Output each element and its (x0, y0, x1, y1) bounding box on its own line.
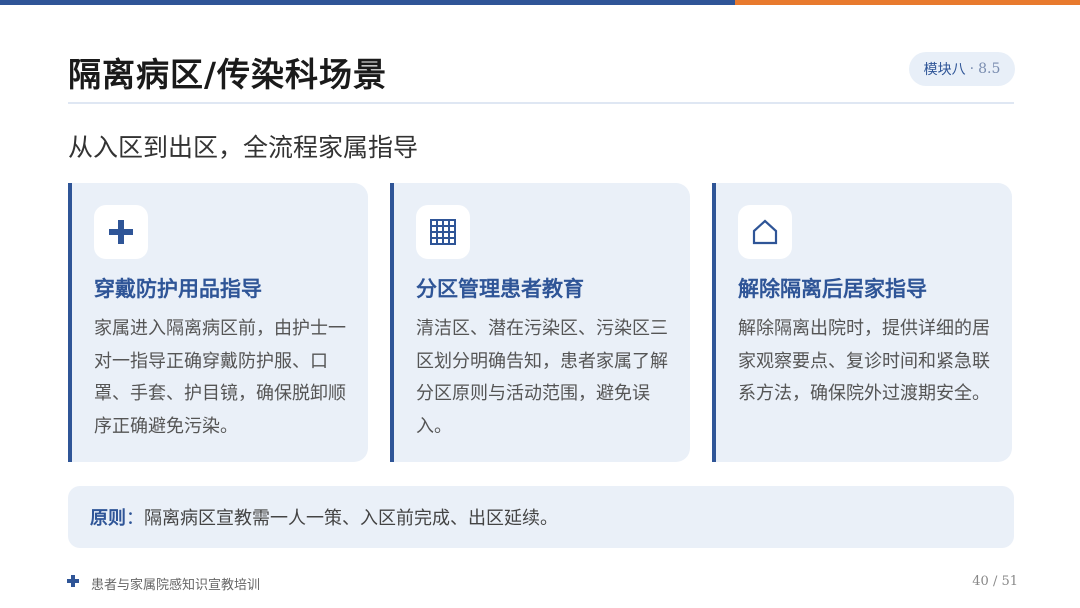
home-icon (752, 219, 778, 245)
card-zone-education: 分区管理患者教育 清洁区、潜在污染区、污染区三区划分明确告知，患者家属了解分区原… (390, 183, 690, 462)
card-icon-box (738, 205, 792, 259)
top-accent-bar-blue (0, 0, 735, 5)
footer-text: 患者与家属院感知识宣教培训 (91, 578, 261, 593)
principle-label: 原则 (90, 508, 126, 529)
card-body: 家属进入隔离病区前，由护士一对一指导正确穿戴防护服、口罩、手套、护目镜，确保脱卸… (94, 318, 346, 437)
card-home-guidance: 解除隔离后居家指导 解除隔离出院时，提供详细的居家观察要点、复诊时间和紧急联系方… (712, 183, 1012, 462)
module-badge-number: 8.5 (978, 61, 1001, 77)
plus-icon (67, 575, 79, 587)
plus-icon (109, 220, 133, 244)
card-body: 解除隔离出院时，提供详细的居家观察要点、复诊时间和紧急联系方法，确保院外过渡期安… (738, 318, 990, 404)
title-divider (68, 102, 1014, 104)
module-badge: 模块八 · 8.5 (909, 52, 1015, 86)
principle-text: 隔离病区宣教需一人一策、入区前完成、出区延续。 (144, 508, 558, 529)
top-accent-bar (0, 0, 1080, 5)
module-badge-separator: · (969, 61, 975, 77)
grid-icon (430, 219, 456, 245)
page-subtitle: 从入区到出区，全流程家属指导 (68, 133, 419, 162)
module-badge-label: 模块八 (923, 62, 966, 78)
page-number: 40 / 51 (972, 574, 1018, 589)
card-title: 穿戴防护用品指导 (94, 277, 262, 301)
page-title: 隔离病区/传染科场景 (68, 55, 388, 94)
card-title: 解除隔离后居家指导 (738, 277, 927, 301)
top-accent-bar-orange (735, 0, 1080, 5)
card-body: 清洁区、潜在污染区、污染区三区划分明确告知，患者家属了解分区原则与活动范围，避免… (416, 318, 668, 437)
principle-callout: 原则：隔离病区宣教需一人一策、入区前完成、出区延续。 (68, 486, 1014, 548)
card-icon-box (416, 205, 470, 259)
card-title: 分区管理患者教育 (416, 277, 584, 301)
card-protective-gear: 穿戴防护用品指导 家属进入隔离病区前，由护士一对一指导正确穿戴防护服、口罩、手套… (68, 183, 368, 462)
card-icon-box (94, 205, 148, 259)
principle-colon: ： (126, 508, 144, 529)
